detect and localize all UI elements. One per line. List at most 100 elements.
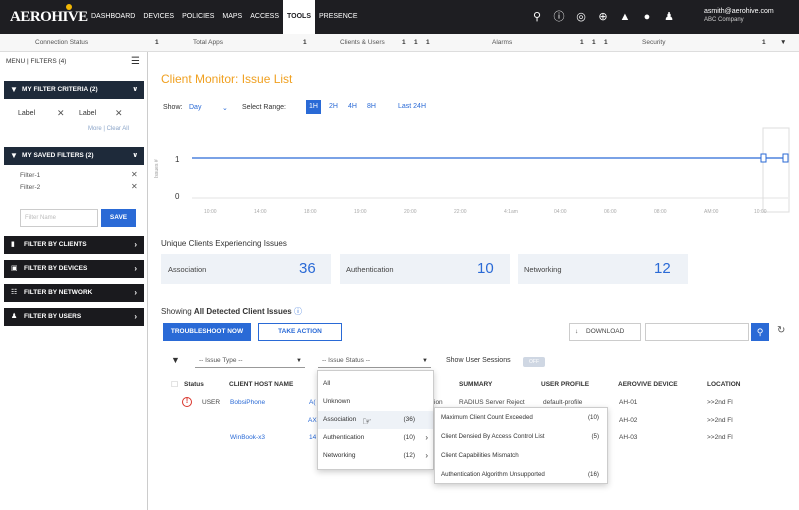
range-8h[interactable]: 8H — [364, 100, 379, 114]
submenu-item[interactable]: Client Capabilities Mismatch — [435, 447, 607, 465]
more-clear-link[interactable]: More | Clear All — [88, 126, 129, 132]
nav-dashboard[interactable]: DASHBOARD — [87, 0, 139, 34]
chart-point[interactable] — [782, 153, 789, 163]
show-label: Show: — [163, 104, 183, 111]
column-status[interactable]: Status — [184, 381, 204, 388]
refresh-icon[interactable]: ↻ — [777, 325, 785, 336]
submenu-item-count: (16) — [587, 471, 599, 478]
my-saved-filters-header[interactable]: ▼ MY SAVED FILTERS (2) ∨ — [4, 147, 144, 165]
filter-name-input[interactable]: Filter Name — [20, 209, 98, 227]
status-clients-label[interactable]: Clients & Users — [340, 39, 385, 46]
chart-x-tick: 08:00 — [654, 209, 667, 215]
close-icon[interactable]: ✕ — [131, 182, 138, 191]
issue-status-dropdown: All Unknown Association (36) Authenticat… — [317, 370, 434, 470]
chip-remove-icon[interactable]: ✕ — [115, 108, 123, 119]
nav-access[interactable]: ACCESS — [246, 0, 283, 34]
row-3-location: >>2nd Fl — [707, 434, 733, 441]
filter-by-clients[interactable]: ▮ FILTER BY CLIENTS › — [4, 236, 144, 254]
globe-icon[interactable]: ◎ — [570, 9, 592, 25]
showing-prefix: Showing — [161, 307, 192, 316]
network-icon: ☷ — [11, 289, 18, 296]
range-4h[interactable]: 4H — [345, 100, 360, 114]
submenu-item-count: (10) — [587, 414, 599, 421]
filter-by-devices[interactable]: ▣ FILTER BY DEVICES › — [4, 260, 144, 278]
filter-by-network[interactable]: ☷ FILTER BY NETWORK › — [4, 284, 144, 302]
download-label: DOWNLOAD — [586, 328, 625, 335]
row-3-host[interactable]: WinBook-x3 — [230, 434, 265, 441]
status-option-unknown[interactable]: Unknown — [318, 393, 433, 411]
nav-devices[interactable]: DEVICES — [139, 0, 178, 34]
column-location[interactable]: LOCATION — [707, 381, 740, 388]
take-action-button[interactable]: TAKE ACTION — [258, 323, 342, 341]
troubleshoot-now-button[interactable]: TROUBLESHOOT NOW — [163, 323, 251, 341]
chart-range-handle[interactable] — [762, 127, 790, 213]
column-client-host-name[interactable]: CLIENT HOST NAME — [229, 381, 293, 388]
status-clients-count-1: 1 — [402, 39, 406, 46]
my-filter-criteria-header[interactable]: ▼ MY FILTER CRITERIA (2) ∨ — [4, 81, 144, 99]
download-button[interactable]: ↓ DOWNLOAD — [569, 323, 641, 341]
row-1-col3: A( — [309, 399, 316, 406]
show-day-caret-icon[interactable]: ⌄ — [222, 104, 228, 112]
show-user-sessions-label: Show User Sessions — [446, 357, 511, 364]
hamburger-icon[interactable]: ☰ — [131, 56, 140, 67]
submenu-item[interactable]: Client Densied By Access Control List (5… — [435, 428, 607, 446]
submenu-item[interactable]: Authentication Algorithm Unsupported (16… — [435, 466, 607, 484]
submenu-item[interactable]: Maximum Client Count Exceeded (10) — [435, 409, 607, 427]
status-security-label[interactable]: Security — [642, 39, 665, 46]
select-all-checkbox[interactable]: ☐ — [171, 380, 178, 389]
chart-x-tick: AM:00 — [704, 209, 719, 215]
saved-filter-1[interactable]: Filter-1 — [20, 172, 40, 179]
search-icon[interactable]: ⚲ — [526, 9, 548, 25]
search-button[interactable]: ⚲ — [751, 323, 769, 341]
search-input[interactable] — [645, 323, 749, 341]
column-user-profile[interactable]: USER PROFILE — [541, 381, 589, 388]
nav-maps[interactable]: MAPS — [218, 0, 246, 34]
saved-filter-2[interactable]: Filter-2 — [20, 184, 40, 191]
chevron-down-icon: ∨ — [132, 86, 138, 93]
help-icon[interactable]: ⓘ — [294, 307, 302, 316]
row-1-host[interactable]: BobsiPhone — [230, 399, 265, 406]
status-apps-label[interactable]: Total Apps — [193, 39, 223, 46]
chart-x-tick: 14:00 — [254, 209, 267, 215]
chart-y-axis-label: Issues # — [154, 159, 160, 178]
association-submenu: Maximum Client Count Exceeded (10) Clien… — [434, 407, 608, 484]
status-option-all[interactable]: All — [318, 375, 433, 393]
status-apps-count: 1 — [303, 39, 307, 46]
status-option-networking[interactable]: Networking (12) › — [318, 447, 433, 465]
status-connection-label[interactable]: Connection Status — [35, 39, 88, 46]
issue-status-select[interactable]: -- Issue Status -- ▼ — [318, 354, 431, 368]
menu-filters-label[interactable]: MENU | FILTERS (4) — [6, 58, 66, 65]
funnel-icon[interactable]: ▼ — [171, 355, 180, 365]
status-option-association[interactable]: Association (36) — [318, 411, 433, 429]
status-option-count: (36) — [403, 416, 415, 423]
status-expand-icon[interactable]: ▼ — [780, 39, 786, 46]
user-icon[interactable]: ♟ — [658, 9, 680, 25]
nav-tools[interactable]: TOOLS — [283, 0, 315, 34]
column-summary[interactable]: SUMMARY — [459, 381, 492, 388]
nav-policies[interactable]: POLICIES — [178, 0, 218, 34]
range-2h[interactable]: 2H — [326, 100, 341, 114]
column-aerovive-device[interactable]: AEROVIVE DEVICE — [618, 381, 678, 388]
show-day-select[interactable]: Day — [189, 104, 201, 111]
user-sessions-toggle[interactable]: OFF — [523, 357, 545, 367]
save-button[interactable]: SAVE — [101, 209, 136, 227]
funnel-icon: ▼ — [10, 151, 18, 160]
chart-point[interactable] — [760, 153, 767, 163]
status-alarms-label[interactable]: Alarms — [492, 39, 512, 46]
user-email[interactable]: asmith@aerohive.com — [704, 8, 774, 15]
range-last-24h[interactable]: Last 24H — [395, 100, 429, 114]
nav-presence[interactable]: PRESENCE — [315, 0, 362, 34]
info-icon[interactable]: ● — [636, 9, 658, 25]
aerohive-logo[interactable]: AEROHIVE — [10, 9, 88, 26]
close-icon[interactable]: ✕ — [131, 170, 138, 179]
issue-type-select[interactable]: -- Issue Type -- ▼ — [195, 354, 305, 368]
add-icon[interactable]: ⊕ — [592, 9, 614, 25]
row-3-device: AH-03 — [619, 434, 638, 441]
filter-by-users[interactable]: ♟ FILTER BY USERS › — [4, 308, 144, 326]
status-option-authentication[interactable]: Authentication (10) › — [318, 429, 433, 447]
chip-remove-icon[interactable]: ✕ — [57, 108, 65, 119]
bell-icon[interactable]: ▲ — [614, 9, 636, 25]
status-security-count: 1 — [762, 39, 766, 46]
help-icon[interactable]: ⓘ — [548, 9, 570, 25]
range-1h[interactable]: 1H — [306, 100, 321, 114]
